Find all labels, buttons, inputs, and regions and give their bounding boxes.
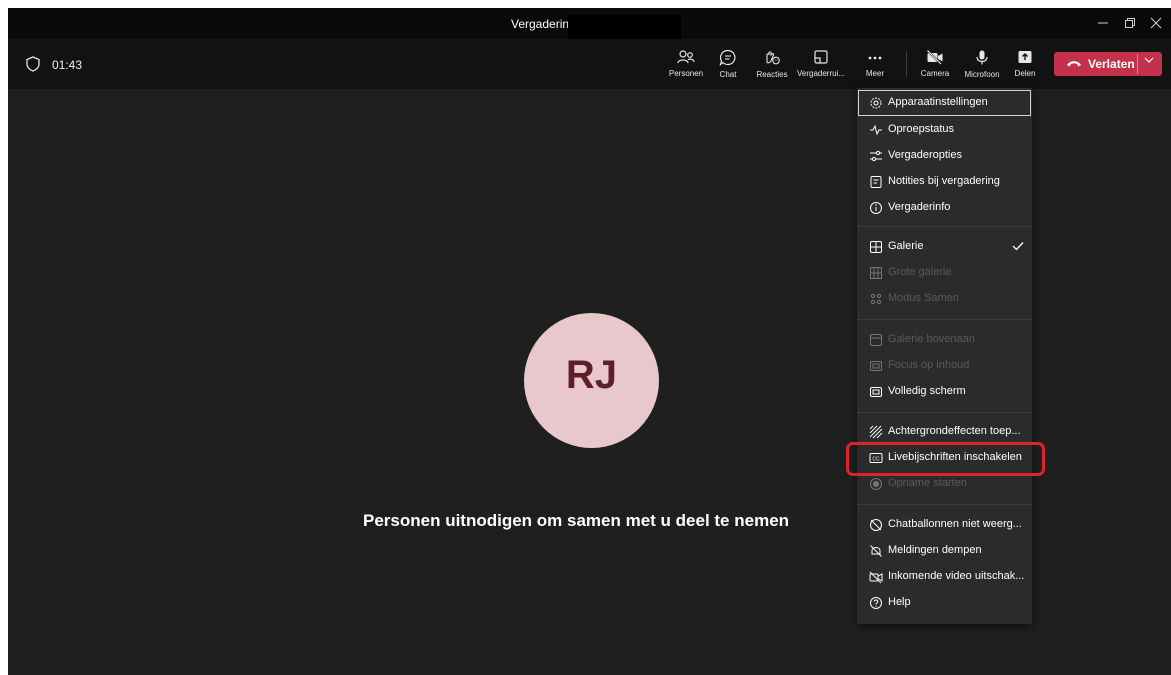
hang-up-icon (1067, 61, 1081, 67)
share-label: Delen (1014, 69, 1036, 78)
menu-item-label: Galerie bovenaan (888, 333, 975, 345)
background-effects-icon (869, 425, 883, 439)
menu-divider (857, 226, 1032, 227)
record-icon (870, 478, 882, 490)
leave-options-chevron-icon[interactable] (1144, 55, 1154, 67)
window-title: Vergadering (511, 17, 576, 31)
focus-icon (870, 361, 882, 371)
checkmark-icon (1012, 242, 1024, 251)
menu-item-meeting-info[interactable]: Vergaderinfo (857, 195, 1032, 221)
notes-icon (870, 176, 882, 188)
menu-item-together-mode: Modus Samen (857, 286, 1032, 312)
menu-item-label: Chatballonnen niet weerg... (888, 518, 1022, 530)
menu-item-label: Inkomende video uitschak... (888, 570, 1025, 582)
microphone-icon (976, 50, 988, 65)
leave-divider (1137, 54, 1138, 74)
menu-item-label: Oproepstatus (888, 123, 955, 135)
menu-item-label: Vergaderopties (888, 149, 962, 161)
bell-off-icon (870, 545, 882, 557)
menu-item-label: Focus op inhoud (888, 359, 970, 371)
close-icon[interactable] (1142, 12, 1170, 36)
camera-off-icon (926, 49, 943, 65)
video-off-icon (869, 571, 883, 584)
camera-button[interactable]: Camera (916, 39, 954, 89)
microphone-label: Microfoon (964, 70, 1000, 79)
menu-item-gallery[interactable]: Galerie (857, 234, 1032, 260)
menu-item-label: Apparaatinstellingen (888, 96, 988, 108)
menu-item-meeting-notes[interactable]: Notities bij vergadering (857, 169, 1032, 195)
more-icon (868, 56, 882, 60)
people-label: Personen (668, 69, 704, 78)
avatar-initials: RJ (565, 353, 618, 397)
menu-item-full-screen[interactable]: Volledig scherm (857, 379, 1032, 405)
people-button[interactable]: Personen (666, 39, 706, 89)
title-bar: Vergadering (8, 8, 1171, 39)
menu-item-gallery-top: Galerie bovenaan (857, 327, 1032, 353)
menu-item-label: Modus Samen (888, 292, 959, 304)
menu-item-mute-notifications[interactable]: Meldingen dempen (857, 538, 1032, 564)
participant-avatar: RJ (524, 313, 659, 448)
gear-icon (870, 97, 882, 109)
large-grid-icon (870, 267, 882, 279)
people-icon (677, 50, 695, 64)
menu-item-turn-off-incoming-video[interactable]: Inkomende video uitschak... (857, 564, 1032, 590)
more-button[interactable]: Meer (858, 39, 892, 89)
meeting-toolbar: 01:43 Personen Chat Reacties Vergaderrui… (8, 39, 1171, 89)
menu-item-device-settings[interactable]: Apparaatinstellingen (857, 90, 1032, 116)
breakout-rooms-button[interactable]: Vergaderrui... (796, 39, 846, 89)
breakout-rooms-label: Vergaderrui... (796, 69, 846, 78)
gallery-top-icon (870, 334, 882, 346)
together-mode-icon (870, 293, 882, 305)
menu-item-label: Galerie (888, 240, 924, 252)
menu-item-label: Vergaderinfo (888, 201, 951, 213)
reactions-label: Reacties (756, 70, 788, 79)
sliders-icon (870, 150, 882, 162)
menu-item-hide-chat-bubbles[interactable]: Chatballonnen niet weerg... (857, 512, 1032, 538)
live-captions-highlight (846, 442, 1045, 476)
invite-people-message: Personen uitnodigen om samen met u deel … (363, 511, 790, 530)
fullscreen-icon (870, 387, 882, 397)
share-screen-icon (1018, 51, 1032, 63)
title-bar-overlay (568, 15, 681, 39)
menu-item-meeting-options[interactable]: Vergaderopties (857, 143, 1032, 169)
menu-item-label: Notities bij vergadering (888, 175, 1000, 187)
menu-item-label: Volledig scherm (888, 385, 966, 397)
help-icon (870, 597, 882, 609)
grid-icon (870, 241, 882, 253)
chat-label: Chat (719, 70, 737, 79)
chat-icon (719, 49, 736, 66)
shield-icon (26, 56, 40, 72)
menu-item-call-health[interactable]: Oproepstatus (857, 117, 1032, 143)
minimize-icon[interactable] (1089, 12, 1117, 36)
menu-item-large-gallery: Grote galerie (857, 260, 1032, 286)
menu-item-label: Help (888, 596, 911, 608)
menu-item-focus-content: Focus op inhoud (857, 353, 1032, 379)
camera-label: Camera (920, 69, 950, 78)
chat-bubble-off-icon (870, 519, 882, 531)
microphone-button[interactable]: Microfoon (958, 39, 1006, 89)
reactions-button[interactable]: Reacties (752, 39, 792, 89)
menu-divider (857, 319, 1032, 320)
menu-item-label: Achtergrondeffecten toep... (888, 425, 1021, 437)
leave-label: Verlaten (1088, 57, 1135, 71)
menu-item-label: Opname starten (888, 477, 967, 489)
more-options-menu: Apparaatinstellingen Oproepstatus Vergad… (857, 88, 1032, 624)
menu-item-label: Meldingen dempen (888, 544, 982, 556)
menu-divider (857, 412, 1032, 413)
restore-icon[interactable] (1116, 12, 1144, 36)
share-button[interactable]: Delen (1010, 39, 1040, 89)
menu-item-help[interactable]: Help (857, 590, 1032, 616)
meeting-timer: 01:43 (52, 58, 83, 72)
breakout-rooms-icon (814, 50, 828, 64)
menu-item-label: Grote galerie (888, 266, 952, 278)
more-label: Meer (865, 69, 885, 78)
teams-meeting-window: Vergadering 01:43 Personen Chat Reacties… (8, 8, 1171, 675)
pulse-icon (870, 124, 882, 136)
info-icon (870, 202, 882, 214)
reactions-icon (766, 51, 780, 65)
menu-divider (857, 504, 1032, 505)
toolbar-divider (906, 51, 907, 77)
chat-button[interactable]: Chat (713, 39, 743, 89)
leave-button[interactable]: Verlaten (1054, 52, 1162, 76)
